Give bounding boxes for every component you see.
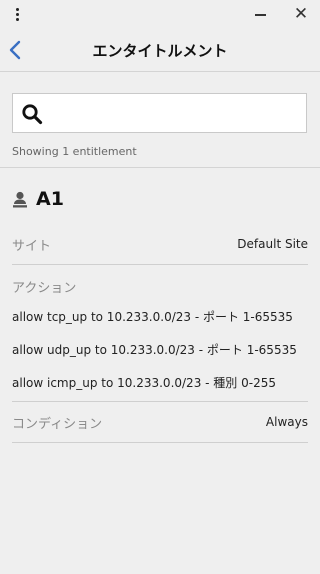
- divider: [12, 442, 308, 443]
- action-item: allow tcp_up to 10.233.0.0/23 - ポート 1-65…: [12, 310, 293, 324]
- action-item: allow udp_up to 10.233.0.0/23 - ポート 1-65…: [12, 343, 297, 357]
- divider: [0, 71, 320, 72]
- title-bar: ✕: [0, 0, 320, 30]
- actions-label: アクション: [12, 281, 77, 296]
- divider: [0, 167, 320, 168]
- condition-label: コンディション: [12, 417, 103, 432]
- nav-bar: エンタイトルメント: [0, 30, 320, 70]
- search-icon[interactable]: [21, 103, 43, 125]
- kebab-menu-icon[interactable]: [13, 7, 23, 23]
- site-value: Default Site: [237, 237, 308, 251]
- user-icon: [12, 191, 28, 208]
- condition-value: Always: [265, 415, 308, 429]
- minimize-icon[interactable]: [252, 4, 270, 24]
- site-label: サイト: [12, 239, 52, 254]
- divider: [12, 264, 308, 265]
- search-input[interactable]: [51, 99, 299, 127]
- action-item: allow icmp_up to 10.233.0.0/23 - 種別 0-25…: [12, 376, 276, 390]
- entitlement-name: A1: [36, 188, 64, 210]
- search-box[interactable]: [12, 93, 307, 133]
- close-icon[interactable]: ✕: [292, 5, 310, 23]
- result-count: Showing 1 entitlement: [12, 145, 137, 158]
- page-title: エンタイトルメント: [92, 42, 228, 60]
- divider: [12, 401, 308, 402]
- chevron-left-icon[interactable]: [6, 39, 26, 61]
